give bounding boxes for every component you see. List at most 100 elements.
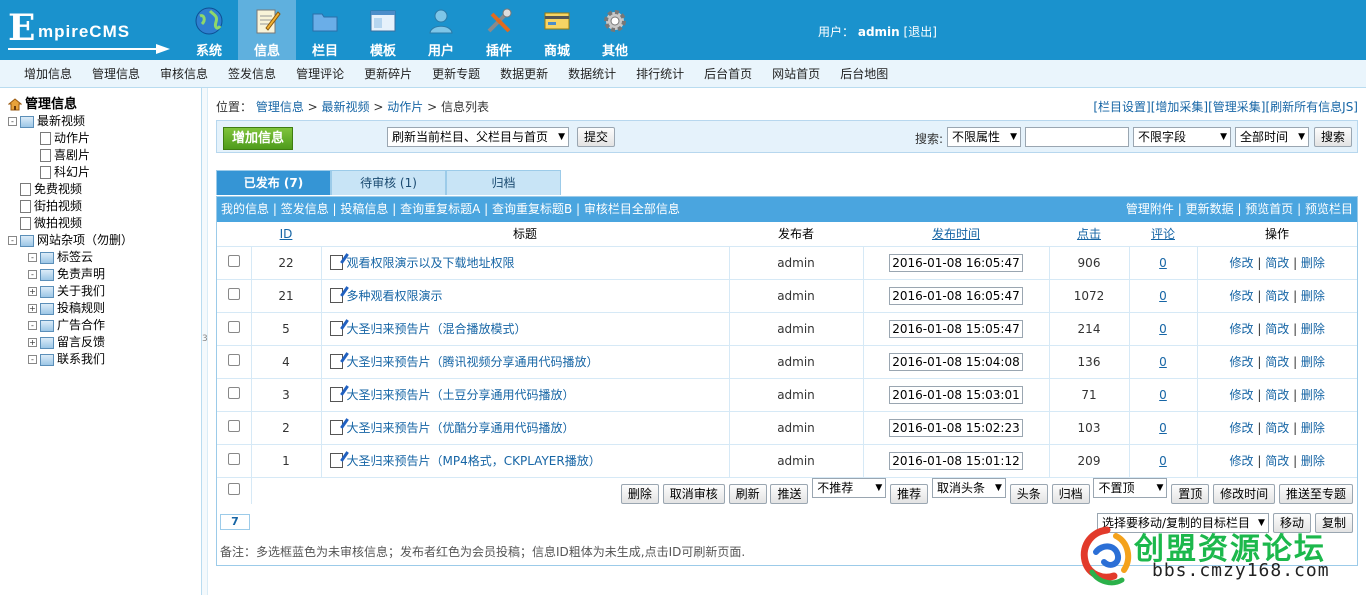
row-checkbox[interactable] — [227, 288, 240, 300]
row-id[interactable]: 3 — [250, 377, 321, 411]
sort-comments-link[interactable]: 评论 — [1151, 227, 1175, 241]
tree-item-0[interactable]: - 最新视频 — [8, 113, 201, 130]
row-quick-edit-link[interactable]: 简改 — [1265, 454, 1289, 468]
sub-nav-item-0[interactable]: 增加信息 — [24, 65, 72, 82]
time-select[interactable]: 全部时间 — [1235, 127, 1309, 147]
row-edit-link[interactable]: 修改 — [1230, 388, 1254, 402]
panel_links_left-link-4[interactable]: 查询重复标题B — [492, 202, 572, 216]
collapse-icon[interactable]: - — [8, 236, 17, 245]
row-quick-edit-link[interactable]: 简改 — [1265, 289, 1289, 303]
row-comments-link[interactable]: 0 — [1159, 289, 1167, 303]
row-id[interactable]: 2 — [250, 410, 321, 444]
sub-nav-item-5[interactable]: 更新碎片 — [364, 65, 412, 82]
expand-icon[interactable]: + — [28, 287, 37, 296]
collapse-icon[interactable]: - — [28, 270, 37, 279]
refresh-all-js-link[interactable]: [刷新所有信息JS] — [1265, 100, 1358, 114]
row-edit-link[interactable]: 修改 — [1230, 421, 1254, 435]
tree-root[interactable]: 管理信息 — [7, 96, 201, 113]
row-title-link[interactable]: 大圣归来预告片（土豆分享通用代码播放） — [347, 388, 575, 402]
tree-item-3[interactable]: 科幻片 — [8, 164, 201, 181]
row-title-link[interactable]: 大圣归来预告片（优酷分享通用代码播放） — [347, 421, 575, 435]
sub-nav-item-12[interactable]: 后台地图 — [840, 65, 888, 82]
row-quick-edit-link[interactable]: 简改 — [1265, 355, 1289, 369]
panel_links_left-link-3[interactable]: 查询重复标题A — [400, 202, 480, 216]
top-nav-item-1[interactable]: 信息 — [238, 0, 296, 60]
row-comments-link[interactable]: 0 — [1159, 256, 1167, 270]
row-id[interactable]: 5 — [250, 311, 321, 345]
sub-nav-item-2[interactable]: 审核信息 — [160, 65, 208, 82]
row-quick-edit-link[interactable]: 简改 — [1265, 322, 1289, 336]
recommend-select[interactable]: 不推荐 — [812, 477, 887, 498]
row-time[interactable]: 2016-01-08 15:03:01 — [889, 385, 1023, 404]
tree-item-5[interactable]: 街拍视频 — [8, 198, 201, 215]
breadcrumb-link-0[interactable]: 管理信息 — [256, 100, 304, 114]
row-checkbox[interactable] — [227, 453, 240, 465]
top-nav-item-4[interactable]: 用户 — [412, 0, 470, 60]
tree-item-8[interactable]: - 标签云 — [8, 249, 201, 266]
refresh-button[interactable]: 刷新 — [728, 483, 767, 504]
row-time[interactable]: 2016-01-08 15:04:08 — [889, 352, 1023, 371]
row-quick-edit-link[interactable]: 简改 — [1265, 256, 1289, 270]
panel_links_left-link-1[interactable]: 签发信息 — [281, 202, 329, 216]
category-settings-link[interactable]: [栏目设置] — [1093, 100, 1150, 114]
sub-nav-item-3[interactable]: 签发信息 — [228, 65, 276, 82]
row-title-link[interactable]: 多种观看权限演示 — [347, 289, 443, 303]
row-comments-link[interactable]: 0 — [1159, 421, 1167, 435]
top-nav-item-2[interactable]: 栏目 — [296, 0, 354, 60]
empirecms-logo[interactable]: E mpireCMS — [8, 8, 178, 54]
row-title-link[interactable]: 大圣归来预告片（腾讯视频分享通用代码播放） — [347, 355, 599, 369]
attribute-select[interactable]: 不限属性 — [947, 127, 1021, 147]
tree-item-13[interactable]: + 留言反馈 — [8, 334, 201, 351]
row-time[interactable]: 2016-01-08 15:01:12 — [889, 451, 1023, 470]
change-time-button[interactable]: 修改时间 — [1213, 483, 1276, 504]
tree-item-7[interactable]: - 网站杂项（勿删） — [8, 232, 201, 249]
search-input[interactable] — [1025, 127, 1129, 147]
headline-button[interactable]: 头条 — [1009, 483, 1048, 504]
top-nav-item-7[interactable]: 其他 — [586, 0, 644, 60]
row-time[interactable]: 2016-01-08 16:05:47 — [889, 253, 1023, 272]
collapse-icon[interactable]: - — [8, 117, 17, 126]
row-id[interactable]: 22 — [250, 245, 321, 279]
sub-nav-item-4[interactable]: 管理评论 — [296, 65, 344, 82]
top-nav-item-6[interactable]: 商城 — [528, 0, 586, 60]
tree-item-6[interactable]: 微拍视频 — [8, 215, 201, 232]
collapse-icon[interactable]: - — [28, 253, 37, 262]
expand-icon[interactable]: + — [28, 338, 37, 347]
row-id[interactable]: 21 — [250, 278, 321, 312]
add-info-button[interactable]: 增加信息 — [223, 127, 294, 150]
row-id[interactable]: 1 — [250, 443, 321, 477]
collapse-icon[interactable]: - — [28, 321, 37, 330]
sort-clicks-link[interactable]: 点击 — [1077, 227, 1101, 241]
recommend-button[interactable]: 推荐 — [890, 483, 929, 504]
row-delete-link[interactable]: 删除 — [1301, 289, 1325, 303]
tree-item-9[interactable]: - 免责声明 — [8, 266, 201, 283]
row-checkbox[interactable] — [227, 354, 240, 366]
row-comments-link[interactable]: 0 — [1159, 388, 1167, 402]
row-time[interactable]: 2016-01-08 16:05:47 — [889, 286, 1023, 305]
row-delete-link[interactable]: 删除 — [1301, 355, 1325, 369]
tree-item-12[interactable]: - 广告合作 — [8, 317, 201, 334]
row-title-link[interactable]: 大圣归来预告片（混合播放模式） — [347, 322, 527, 336]
row-edit-link[interactable]: 修改 — [1230, 454, 1254, 468]
tree-item-2[interactable]: 喜剧片 — [8, 147, 201, 164]
row-delete-link[interactable]: 删除 — [1301, 256, 1325, 270]
field-select[interactable]: 不限字段 — [1133, 127, 1231, 147]
row-edit-link[interactable]: 修改 — [1230, 256, 1254, 270]
panel_links_right-link-2[interactable]: 预览首页 — [1245, 202, 1293, 216]
top-select[interactable]: 不置顶 — [1093, 477, 1168, 498]
collapse-icon[interactable]: - — [28, 355, 37, 364]
sub-nav-item-1[interactable]: 管理信息 — [92, 65, 140, 82]
unaudit-button[interactable]: 取消审核 — [662, 483, 725, 504]
row-edit-link[interactable]: 修改 — [1230, 289, 1254, 303]
row-checkbox[interactable] — [227, 420, 240, 432]
top-nav-item-0[interactable]: 系统 — [180, 0, 238, 60]
panel_links_left-link-5[interactable]: 审核栏目全部信息 — [584, 202, 680, 216]
sub-nav-item-8[interactable]: 数据统计 — [568, 65, 616, 82]
panel_links_left-link-2[interactable]: 投稿信息 — [340, 202, 388, 216]
panel_links_right-link-0[interactable]: 管理附件 — [1126, 202, 1174, 216]
row-delete-link[interactable]: 删除 — [1301, 322, 1325, 336]
row-title-link[interactable]: 观看权限演示以及下载地址权限 — [347, 256, 515, 270]
bulk-delete-button[interactable]: 删除 — [620, 483, 659, 504]
row-checkbox[interactable] — [227, 321, 240, 333]
breadcrumb-link-2[interactable]: 动作片 — [387, 100, 423, 114]
